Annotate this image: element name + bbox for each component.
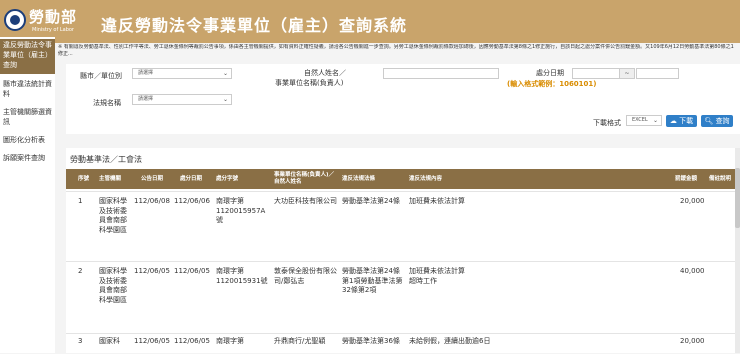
row-penalty-date: 112/06/05 [174, 267, 210, 275]
table-header: 序號 主管機關 公告日期 處分日期 處分字號 事業單位名稱(負責人)／自然人姓名… [66, 169, 740, 189]
row-company: 敦泰保全股份有限公司/鄭弘志 [274, 267, 337, 285]
date-format-hint: (輸入格式範例：1060101) [507, 80, 597, 88]
sidebar-item-agency-filter[interactable]: 主管機關篩選資訊 [0, 107, 55, 129]
query-button[interactable]: 🔍︎ 查詢 [701, 115, 733, 127]
row-law: 勞動基準法第24條 [342, 197, 400, 205]
name-label-line1: 自然人姓名／ [304, 69, 346, 77]
name-label-line2: 事業單位名稱(負責人) [275, 79, 344, 87]
column-header: 事業單位名稱(負責人)／自然人姓名 [274, 172, 335, 185]
law-select-value: 請選擇 [138, 96, 154, 102]
row-penalty-date: 112/06/05 [174, 337, 210, 345]
notice-text: ※ 有關違反勞動基準法、性別工作平等法、勞工退休金條例等裁罰公告事項，係由各主管… [58, 44, 734, 57]
column-header: 罰鍰金額 [675, 175, 698, 182]
format-select[interactable]: EXCEL ⌄ [626, 115, 662, 126]
row-doc-number: 南環字第1120015957A號 [216, 197, 266, 225]
search-panel: 縣市／單位別 請選擇 ⌄ 自然人姓名／ 事業單位名稱(負責人) 處分日期 ~ (… [66, 64, 740, 134]
law-label: 法規名稱 [93, 99, 121, 107]
column-header: 主管機關 [99, 175, 122, 182]
county-select[interactable]: 請選擇 ⌄ [132, 68, 232, 79]
row-amount: 40,000 [680, 267, 705, 275]
download-button[interactable]: ☁ 下載 [666, 115, 697, 127]
sidebar-item-violation-query[interactable]: 違反勞動法令事業單位（雇主）查詢 [0, 39, 55, 74]
row-penalty-date: 112/06/06 [174, 197, 210, 205]
ministry-logo[interactable]: 勞動部 Ministry of Labor [4, 6, 76, 38]
column-header: 序號 [78, 175, 90, 182]
row-announce-date: 112/06/05 [134, 267, 170, 275]
row-doc-number: 南環字第1120015931號 [216, 267, 268, 285]
row-agency: 國家科學及技術委員會南部科學園區 [99, 197, 127, 234]
row-doc-number: 南環字第 [216, 337, 244, 345]
ministry-name: 勞動部 [29, 8, 78, 26]
section-title: 勞動基準法／工會法 [70, 155, 142, 164]
row-company: 升鼎商行/尤聖穎 [274, 337, 326, 345]
column-header: 違反法規法條 [342, 175, 376, 182]
results-panel: 勞動基準法／工會法 序號 主管機關 公告日期 處分日期 處分字號 事業單位名稱(… [66, 148, 740, 353]
column-header: 違反法規內容 [409, 175, 443, 182]
date-label: 處分日期 [536, 69, 564, 77]
date-end-input[interactable] [636, 68, 679, 79]
download-button-label: 下載 [679, 117, 694, 125]
format-select-value: EXCEL [632, 117, 648, 123]
sidebar: 違反勞動法令事業單位（雇主）查詢 縣市違法統計資料 主管機關篩選資訊 圖形化分析… [0, 37, 55, 353]
row-number: 2 [78, 267, 83, 275]
row-amount: 20,000 [680, 197, 705, 205]
row-company: 大功臣科技有限公司 [274, 197, 337, 205]
row-number: 3 [78, 337, 83, 345]
row-agency: 國家科 [99, 337, 120, 345]
sidebar-item-appeal-query[interactable]: 訴願案件查詢 [0, 153, 55, 165]
row-law: 勞動基準法第36條 [342, 337, 400, 345]
county-select-value: 請選擇 [138, 70, 154, 76]
format-label: 下載格式 [593, 119, 621, 127]
sidebar-item-chart-analysis[interactable]: 圖形化分析表 [0, 135, 55, 147]
chevron-down-icon: ⌄ [222, 96, 228, 103]
ministry-seal-icon [4, 9, 26, 31]
row-announce-date: 112/06/05 [134, 337, 170, 345]
column-header: 備註說明 [709, 175, 732, 182]
law-select[interactable]: 請選擇 ⌄ [132, 94, 232, 105]
query-button-label: 查詢 [715, 117, 730, 125]
scrollbar-thumb[interactable] [735, 168, 740, 228]
ministry-name-en: Ministry of Labor [32, 27, 74, 33]
chevron-down-icon: ⌄ [652, 117, 658, 124]
cloud-download-icon: ☁ [669, 117, 677, 125]
chevron-down-icon: ⌄ [222, 70, 228, 77]
date-separator: ~ [619, 68, 635, 79]
table-row: 2 國家科學及技術委員會南部科學園區 112/06/05 112/06/05 南… [66, 261, 740, 333]
row-number: 1 [78, 197, 83, 205]
county-label: 縣市／單位別 [80, 72, 122, 80]
row-content: 加班費未依法計算 [409, 197, 465, 205]
search-icon: 🔍︎ [704, 117, 714, 125]
row-content: 未給例假，連續出勤逾6日 [409, 337, 491, 345]
row-content: 加班費未依法計算超時工作 [409, 267, 465, 285]
date-start-input[interactable] [572, 68, 622, 79]
table-row: 3 國家科 112/06/05 112/06/05 南環字第 升鼎商行/尤聖穎 … [66, 333, 740, 354]
row-agency: 國家科學及技術委員會南部科學園區 [99, 267, 127, 304]
name-input[interactable] [383, 68, 499, 79]
column-header: 公告日期 [141, 175, 164, 182]
sidebar-item-county-statistics[interactable]: 縣市違法統計資料 [0, 79, 55, 101]
column-header: 處分字號 [216, 175, 239, 182]
site-title: 違反勞動法令事業單位（雇主）查詢系統 [101, 16, 408, 35]
row-announce-date: 112/06/08 [134, 197, 170, 205]
table-row: 1 國家科學及技術委員會南部科學園區 112/06/08 112/06/06 南… [66, 191, 740, 261]
column-header: 處分日期 [180, 175, 203, 182]
site-header: 勞動部 Ministry of Labor 違反勞動法令事業單位（雇主）查詢系統 [0, 0, 740, 43]
results-scrollbar[interactable] [735, 148, 740, 353]
row-law: 勞動基準法第24條第1項勞動基準法第32條第2項 [342, 267, 403, 295]
row-amount: 20,000 [680, 337, 705, 345]
